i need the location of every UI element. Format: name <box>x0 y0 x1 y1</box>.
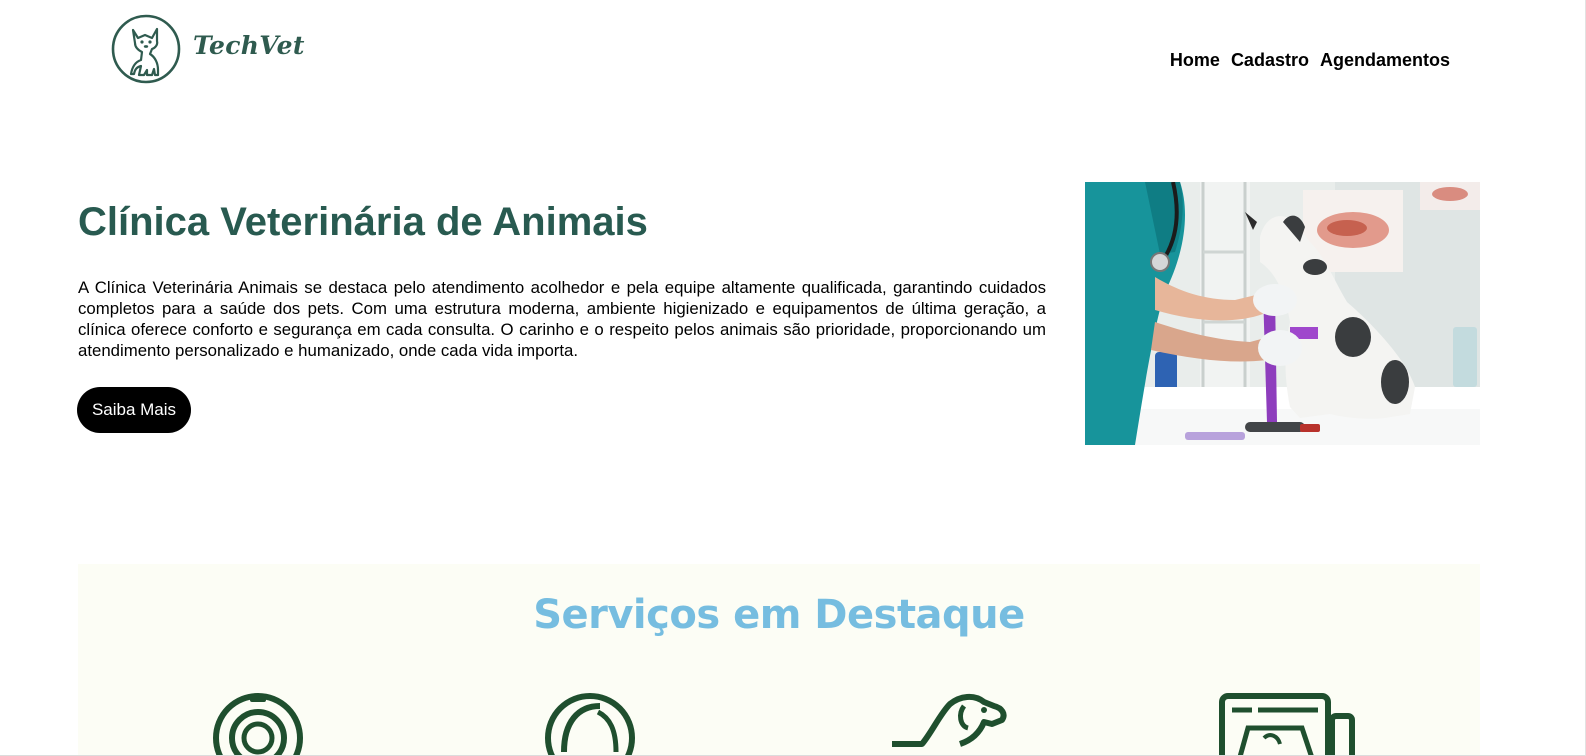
nav-link-agendamentos[interactable]: Agendamentos <box>1320 50 1450 71</box>
services-section: Serviços em Destaque <box>78 564 1480 755</box>
hero-title: Clínica Veterinária de Animais <box>78 200 648 244</box>
ultrasound-monitor-icon <box>1219 693 1355 755</box>
vet-examining-dog-photo <box>1085 182 1480 445</box>
nav-link-cadastro[interactable]: Cadastro <box>1231 50 1309 71</box>
nav-link-home[interactable]: Home <box>1170 50 1220 71</box>
page: TechVet Home Cadastro Agendamentos Clíni… <box>0 0 1586 756</box>
saiba-mais-button[interactable]: Saiba Mais <box>77 387 191 433</box>
hero-paragraph: A Clínica Veterinária Animais se destaca… <box>78 278 1046 360</box>
brand-logo[interactable]: TechVet <box>111 14 305 84</box>
pet-bowl-icon <box>545 693 635 755</box>
dog-silhouette-icon <box>111 14 181 84</box>
dog-icon <box>892 694 1007 747</box>
services-title: Serviços em Destaque <box>533 592 1025 638</box>
main-nav: Home Cadastro Agendamentos <box>1170 50 1450 71</box>
brand-name: TechVet <box>193 30 305 60</box>
stethoscope-icon <box>213 693 303 755</box>
